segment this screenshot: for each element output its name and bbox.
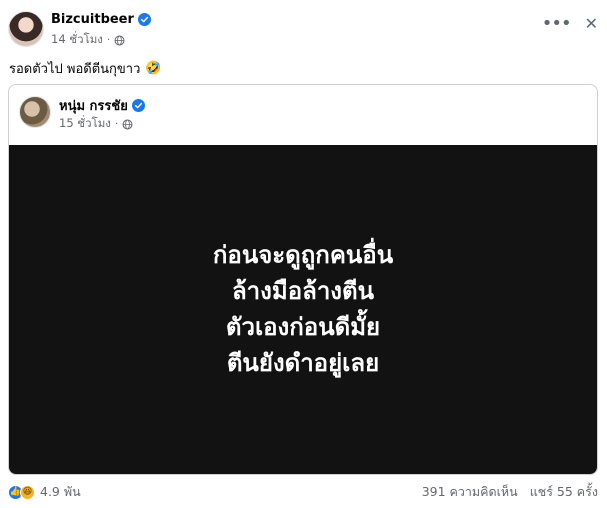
shared-post-meta: 15 ชั่วโมง ·	[59, 115, 133, 133]
more-options-icon[interactable]: •••	[542, 15, 572, 33]
shared-author-row: หนุ่ม กรรชัย	[59, 95, 145, 116]
comment-count[interactable]: 391 ความคิดเห็น	[422, 482, 518, 502]
meta-separator: ·	[114, 118, 119, 130]
card-line: ตัวเองก่อนดีมั้ย	[225, 313, 381, 341]
post-header: Bizcuitbeer 14 ชั่วโมง · ••• ✕	[8, 11, 598, 51]
globe-icon	[122, 119, 133, 129]
post-time[interactable]: 14 ชั่วโมง	[51, 31, 103, 49]
haha-reaction-icon: 😆	[20, 484, 35, 500]
shared-author-avatar[interactable]	[19, 96, 51, 128]
text-post-card[interactable]: ก่อนจะดูถูกคนอื่น ล้างมือล้างตีน ตัวเองก…	[9, 145, 597, 474]
share-count[interactable]: แชร์ 55 ครั้ง	[530, 482, 598, 502]
shared-post-time[interactable]: 15 ชั่วโมง	[59, 115, 111, 133]
post-stats: 391 ความคิดเห็น แชร์ 55 ครั้ง	[422, 482, 598, 502]
card-line: ตีนยังดำอยู่เลย	[226, 349, 380, 377]
card-text: ก่อนจะดูถูกคนอื่น ล้างมือล้างตีน ตัวเองก…	[213, 237, 393, 381]
reactions-summary[interactable]: 👍 😆 4.9 พัน	[8, 482, 81, 502]
verified-badge-icon	[137, 13, 151, 26]
shared-post[interactable]: หนุ่ม กรรชัย 15 ชั่วโมง · ก่อนจะดูถูกคนอ…	[8, 84, 598, 475]
close-icon[interactable]: ✕	[585, 16, 598, 32]
post-caption: รอดตัวไป พอดีตีนกุขาว 🤣	[9, 58, 162, 79]
author-row: Bizcuitbeer	[51, 12, 151, 27]
card-line: ก่อนจะดูถูกคนอื่น	[212, 241, 394, 269]
card-line: ล้างมือล้างตีน	[231, 277, 374, 305]
post-footer: 👍 😆 4.9 พัน 391 ความคิดเห็น แชร์ 55 ครั้…	[8, 481, 598, 503]
post-meta: 14 ชั่วโมง ·	[51, 31, 125, 49]
shared-post-header: หนุ่ม กรรชัย 15 ชั่วโมง ·	[9, 85, 597, 145]
header-actions: ••• ✕	[542, 15, 598, 33]
verified-badge-icon	[131, 99, 145, 112]
globe-icon	[114, 35, 125, 45]
caption-text: รอดตัวไป พอดีตีนกุขาว	[9, 62, 141, 77]
shared-author-name[interactable]: หนุ่ม กรรชัย	[59, 95, 128, 116]
author-avatar[interactable]	[8, 11, 44, 47]
author-name[interactable]: Bizcuitbeer	[51, 12, 134, 27]
laughing-emoji-icon: 🤣	[145, 61, 162, 76]
reaction-count[interactable]: 4.9 พัน	[40, 482, 81, 502]
meta-separator: ·	[106, 34, 111, 46]
